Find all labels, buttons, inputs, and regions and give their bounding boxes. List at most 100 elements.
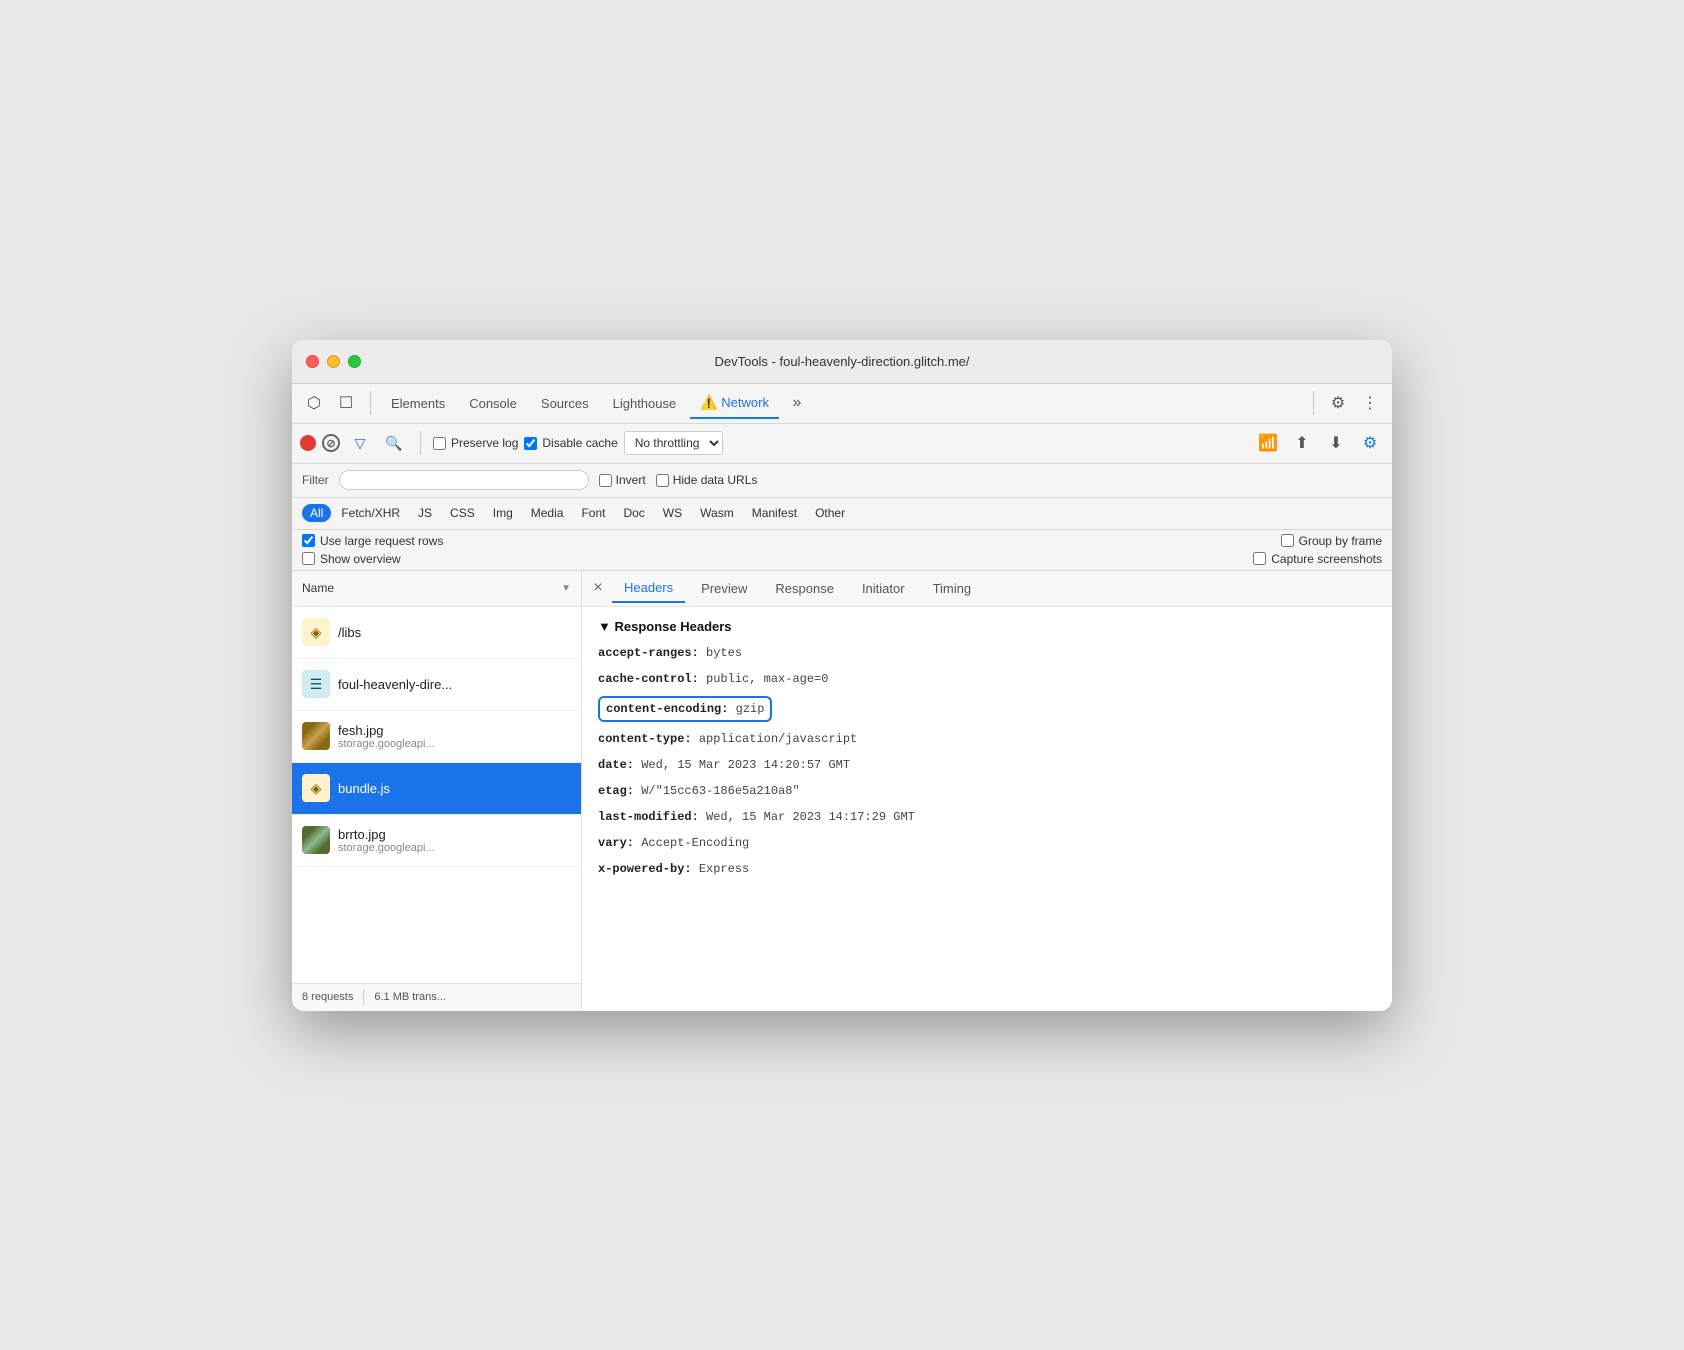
header-date: date: Wed, 15 Mar 2023 14:20:57 GMT: [598, 756, 1376, 774]
options-bar: Use large request rows Group by frame Sh…: [292, 530, 1392, 571]
tab-network[interactable]: ⚠️ Network: [690, 388, 779, 419]
preserve-log-checkbox[interactable]: Preserve log: [433, 436, 518, 450]
file-sub-fesh: storage.googleapi...: [338, 738, 571, 750]
show-overview-checkbox[interactable]: Show overview: [302, 552, 401, 566]
type-css[interactable]: CSS: [442, 504, 483, 522]
divider3: [420, 431, 421, 455]
file-icon-brrto: [302, 826, 330, 854]
tab-initiator[interactable]: Initiator: [850, 575, 917, 602]
title-bar: DevTools - foul-heavenly-direction.glitc…: [292, 340, 1392, 384]
group-by-frame-checkbox[interactable]: Group by frame: [1281, 534, 1382, 548]
file-item-foul-heavenly[interactable]: ☰ foul-heavenly-dire...: [292, 659, 581, 711]
response-headers-title: ▼ Response Headers: [598, 619, 1376, 634]
file-items-list: ◈ /libs ☰ foul-heavenly-dire... fe: [292, 607, 581, 983]
device-toggle-icon[interactable]: ☐: [332, 389, 360, 417]
header-accept-ranges: accept-ranges: bytes: [598, 644, 1376, 662]
header-vary: vary: Accept-Encoding: [598, 834, 1376, 852]
maximize-button[interactable]: [348, 355, 361, 368]
type-wasm[interactable]: Wasm: [692, 504, 742, 522]
cursor-icon[interactable]: ⬡: [300, 389, 328, 417]
tab-lighthouse[interactable]: Lighthouse: [603, 390, 687, 417]
tab-console[interactable]: Console: [459, 390, 527, 417]
file-list-header: Name ▼: [292, 571, 581, 607]
invert-checkbox[interactable]: Invert: [599, 473, 646, 487]
network-settings-icon[interactable]: ⚙: [1356, 429, 1384, 457]
type-manifest[interactable]: Manifest: [744, 504, 805, 522]
upload-icon[interactable]: ⬆: [1288, 429, 1316, 457]
file-item-fesh[interactable]: fesh.jpg storage.googleapi...: [292, 711, 581, 763]
header-cache-control: cache-control: public, max-age=0: [598, 670, 1376, 688]
type-ws[interactable]: WS: [655, 504, 690, 522]
type-all[interactable]: All: [302, 504, 331, 522]
panel-tabs: × Headers Preview Response Initiator Tim…: [582, 571, 1392, 607]
tab-response[interactable]: Response: [763, 575, 846, 602]
header-etag: etag: W/"15cc63-186e5a210a8": [598, 782, 1376, 800]
clear-button[interactable]: ⊘: [322, 434, 340, 452]
file-item-bundle[interactable]: ◈ bundle.js: [292, 763, 581, 815]
wifi-icon[interactable]: 📶: [1254, 429, 1282, 457]
record-button[interactable]: [300, 435, 316, 451]
disable-cache-checkbox[interactable]: Disable cache: [524, 436, 617, 450]
file-name-foul: foul-heavenly-dire...: [338, 677, 571, 692]
file-name-libs: /libs: [338, 625, 571, 640]
divider1: [370, 391, 371, 415]
footer-divider: [363, 989, 364, 1005]
file-name-brrto: brrto.jpg: [338, 827, 571, 842]
large-rows-checkbox[interactable]: Use large request rows: [302, 534, 443, 548]
right-panel: × Headers Preview Response Initiator Tim…: [582, 571, 1392, 1011]
more-options-icon[interactable]: ⋮: [1356, 389, 1384, 417]
tab-headers[interactable]: Headers: [612, 574, 685, 603]
download-icon[interactable]: ⬇: [1322, 429, 1350, 457]
tab-preview[interactable]: Preview: [689, 575, 759, 602]
file-name-fesh: fesh.jpg: [338, 723, 571, 738]
divider2: [1313, 391, 1314, 415]
hide-urls-checkbox[interactable]: Hide data URLs: [656, 473, 758, 487]
capture-screenshots-checkbox[interactable]: Capture screenshots: [1253, 552, 1382, 566]
close-panel-button[interactable]: ×: [588, 578, 608, 598]
response-content: ▼ Response Headers accept-ranges: bytes …: [582, 607, 1392, 1011]
tab-sources[interactable]: Sources: [531, 390, 599, 417]
type-font[interactable]: Font: [573, 504, 613, 522]
file-icon-doc: ☰: [302, 670, 330, 698]
traffic-lights: [306, 355, 361, 368]
minimize-button[interactable]: [327, 355, 340, 368]
tab-timing[interactable]: Timing: [921, 575, 984, 602]
settings-icon[interactable]: ⚙: [1324, 389, 1352, 417]
header-x-powered-by: x-powered-by: Express: [598, 860, 1376, 878]
tab-elements[interactable]: Elements: [381, 390, 455, 417]
devtools-window: DevTools - foul-heavenly-direction.glitc…: [292, 340, 1392, 1011]
file-item-libs[interactable]: ◈ /libs: [292, 607, 581, 659]
search-icon[interactable]: 🔍: [380, 429, 408, 457]
type-doc[interactable]: Doc: [615, 504, 652, 522]
network-toolbar: ⊘ ▽ 🔍 Preserve log Disable cache No thro…: [292, 424, 1392, 464]
file-icon-fesh: [302, 722, 330, 750]
filter-label: Filter: [302, 473, 329, 487]
window-title: DevTools - foul-heavenly-direction.glitc…: [714, 354, 969, 369]
type-fetch-xhr[interactable]: Fetch/XHR: [333, 504, 408, 522]
requests-stat: 8 requests: [302, 991, 353, 1003]
type-js[interactable]: JS: [410, 504, 440, 522]
file-item-brrto[interactable]: brrto.jpg storage.googleapi...: [292, 815, 581, 867]
size-stat: 6.1 MB trans...: [374, 991, 446, 1003]
type-media[interactable]: Media: [523, 504, 572, 522]
header-content-type: content-type: application/javascript: [598, 730, 1376, 748]
filter-icon[interactable]: ▽: [346, 429, 374, 457]
file-sub-brrto: storage.googleapi...: [338, 842, 571, 854]
main-content: Name ▼ ◈ /libs ☰ foul-heavenly-dire...: [292, 571, 1392, 1011]
file-list: Name ▼ ◈ /libs ☰ foul-heavenly-dire...: [292, 571, 582, 1011]
filter-bar: Filter Invert Hide data URLs: [292, 464, 1392, 498]
close-button[interactable]: [306, 355, 319, 368]
filter-input[interactable]: [339, 470, 589, 490]
header-last-modified: last-modified: Wed, 15 Mar 2023 14:17:29…: [598, 808, 1376, 826]
more-tabs-icon[interactable]: »: [783, 389, 811, 417]
file-icon-bundle: ◈: [302, 774, 330, 802]
name-column-header: Name: [302, 581, 561, 595]
file-list-footer: 8 requests 6.1 MB trans...: [292, 983, 581, 1011]
type-img[interactable]: Img: [485, 504, 521, 522]
warning-icon: ⚠️: [700, 394, 717, 410]
sort-arrow-icon: ▼: [561, 583, 571, 594]
type-other[interactable]: Other: [807, 504, 853, 522]
header-content-encoding: content-encoding: gzip: [598, 696, 772, 722]
type-filter-bar: All Fetch/XHR JS CSS Img Media Font Doc …: [292, 498, 1392, 530]
throttling-select[interactable]: No throttling: [624, 431, 723, 455]
